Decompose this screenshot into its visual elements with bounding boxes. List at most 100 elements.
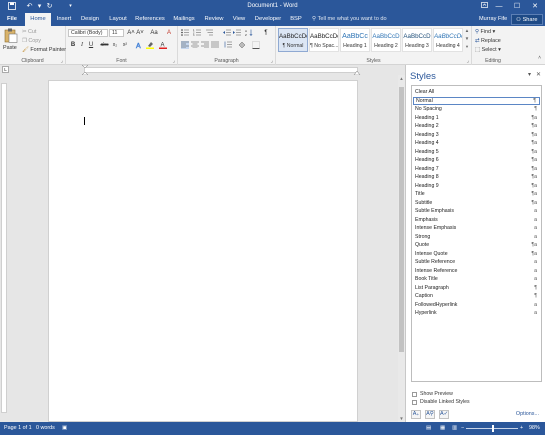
bold-button[interactable]: B: [69, 41, 77, 49]
zoom-level[interactable]: 98%: [529, 422, 540, 435]
style-list-item[interactable]: Heading 8 ¶a: [413, 173, 540, 182]
style-list-item[interactable]: Strong a: [413, 233, 540, 242]
tab-insert[interactable]: Insert: [53, 13, 75, 26]
numbering-icon[interactable]: 123: [193, 29, 201, 37]
tab-developer[interactable]: Developer: [253, 13, 283, 26]
close-pane-icon[interactable]: ✕: [536, 71, 541, 78]
style-list-item[interactable]: Clear All: [413, 88, 540, 97]
show-paragraph-marks-icon[interactable]: ¶: [262, 29, 270, 37]
style-list-item[interactable]: Heading 9 ¶a: [413, 182, 540, 191]
copy-button[interactable]: ❐ Copy: [22, 37, 41, 45]
style-gallery-item[interactable]: AaBbCcD Heading 2: [371, 28, 401, 52]
font-name-combo[interactable]: Calibri (Body): [68, 29, 108, 37]
page-count[interactable]: Page 1 of 1: [4, 422, 32, 435]
style-gallery-item[interactable]: AaBbCcDc Heading 4: [433, 28, 463, 52]
style-list-item[interactable]: Book Title a: [413, 275, 540, 284]
style-list-item[interactable]: Heading 1 ¶a: [413, 114, 540, 123]
style-list-item[interactable]: Heading 2 ¶a: [413, 122, 540, 131]
scrollbar-thumb[interactable]: [399, 87, 404, 352]
tell-me-search[interactable]: ⚲ Tell me what you want to do: [312, 13, 387, 26]
format-painter-button[interactable]: 🖌 Format Painter: [22, 46, 66, 54]
print-layout-icon[interactable]: ▦: [440, 422, 445, 435]
tab-references[interactable]: References: [134, 13, 166, 26]
style-gallery-item[interactable]: AaBbCcDc ¶ Normal: [278, 28, 308, 52]
align-right-icon[interactable]: [201, 41, 209, 49]
decrease-indent-icon[interactable]: [223, 29, 231, 37]
zoom-out-button[interactable]: −: [461, 422, 464, 435]
justify-icon[interactable]: [211, 41, 219, 49]
bullets-icon[interactable]: [181, 29, 189, 37]
cut-button[interactable]: ✂ Cut: [22, 28, 36, 36]
style-list-item[interactable]: Heading 7 ¶a: [413, 165, 540, 174]
style-list-item[interactable]: Subtle Emphasis a: [413, 207, 540, 216]
new-style-icon[interactable]: A₊: [411, 410, 421, 419]
style-list-item[interactable]: Heading 6 ¶a: [413, 156, 540, 165]
zoom-in-button[interactable]: +: [520, 422, 523, 435]
disable-linked-styles-checkbox[interactable]: [412, 400, 417, 405]
ruler-bar[interactable]: [84, 67, 358, 73]
gallery-more-icon[interactable]: ▾: [464, 44, 470, 52]
tab-view[interactable]: View: [229, 13, 249, 26]
pane-options-icon[interactable]: ▾: [528, 71, 531, 78]
dialog-launcher-icon[interactable]: ⌟: [271, 58, 273, 64]
align-left-icon[interactable]: [181, 41, 189, 49]
dialog-launcher-icon[interactable]: ⌟: [173, 58, 175, 64]
style-list-item[interactable]: Quote ¶a: [413, 241, 540, 250]
text-effects-icon[interactable]: A: [135, 41, 143, 51]
shrink-font-icon[interactable]: A˅: [136, 29, 144, 37]
style-list-item[interactable]: Hyperlink a: [413, 309, 540, 318]
close-button[interactable]: ✕: [528, 0, 542, 13]
style-list-item[interactable]: Title ¶a: [413, 190, 540, 199]
style-list-item[interactable]: Subtle Reference a: [413, 258, 540, 267]
increase-indent-icon[interactable]: [233, 29, 241, 37]
style-list-item[interactable]: Normal ¶: [413, 96, 540, 105]
highlight-icon[interactable]: [146, 41, 154, 49]
read-mode-icon[interactable]: ▤: [426, 422, 431, 435]
collapse-ribbon-icon[interactable]: ˄: [538, 55, 541, 61]
borders-icon[interactable]: [252, 41, 260, 49]
strikethrough-button[interactable]: abc: [99, 41, 110, 49]
style-list-item[interactable]: Heading 4 ¶a: [413, 139, 540, 148]
style-list-item[interactable]: List Paragraph ¶: [413, 284, 540, 293]
style-inspector-icon[interactable]: A⚲: [425, 410, 435, 419]
maximize-button[interactable]: ☐: [510, 0, 524, 13]
manage-styles-icon[interactable]: A✓: [439, 410, 449, 419]
superscript-button[interactable]: x²: [121, 41, 129, 49]
multilevel-list-icon[interactable]: [205, 29, 213, 37]
ruler-bar[interactable]: [1, 83, 7, 413]
select-button[interactable]: ⬚ Select ▾: [475, 46, 501, 54]
style-list-item[interactable]: No Spacing ¶: [413, 105, 540, 114]
line-spacing-icon[interactable]: [224, 41, 232, 49]
indent-marker-icon[interactable]: [81, 65, 89, 75]
tab-bsp[interactable]: BSP: [287, 13, 305, 26]
style-list-item[interactable]: Intense Reference a: [413, 267, 540, 276]
dialog-launcher-icon[interactable]: ⌟: [467, 58, 469, 64]
paste-button[interactable]: Paste: [3, 28, 20, 54]
sort-icon[interactable]: AZ: [245, 29, 253, 37]
scroll-up-icon[interactable]: ▲: [398, 75, 405, 82]
tab-layout[interactable]: Layout: [106, 13, 130, 26]
font-size-combo[interactable]: 11: [109, 29, 124, 37]
subscript-button[interactable]: x₂: [111, 41, 119, 49]
align-center-icon[interactable]: [191, 41, 199, 49]
proofing-icon[interactable]: ▣: [62, 422, 67, 435]
style-list-item[interactable]: Caption ¶: [413, 292, 540, 301]
word-count[interactable]: 0 words: [36, 422, 55, 435]
tab-file[interactable]: File: [0, 13, 24, 26]
underline-button[interactable]: U: [87, 41, 95, 49]
tab-selector-icon[interactable]: L: [2, 66, 9, 73]
clear-formatting-icon[interactable]: A: [165, 29, 173, 37]
ribbon-display-options-icon[interactable]: [477, 0, 491, 13]
italic-button[interactable]: I: [78, 41, 86, 49]
style-list-item[interactable]: FollowedHyperlink a: [413, 301, 540, 310]
user-name[interactable]: Murray Fife: [479, 13, 507, 26]
style-gallery-item[interactable]: AaBbCc Heading 1: [340, 28, 370, 52]
zoom-slider-thumb[interactable]: [492, 425, 494, 432]
style-list-item[interactable]: Intense Quote ¶a: [413, 250, 540, 259]
vertical-scrollbar[interactable]: ▲ ▼: [398, 75, 405, 422]
style-list-item[interactable]: Emphasis a: [413, 216, 540, 225]
find-button[interactable]: ⚲ Find ▾: [475, 28, 495, 36]
web-layout-icon[interactable]: ▥: [452, 422, 457, 435]
font-color-icon[interactable]: A: [159, 41, 167, 49]
scroll-down-icon[interactable]: ▼: [398, 415, 405, 422]
